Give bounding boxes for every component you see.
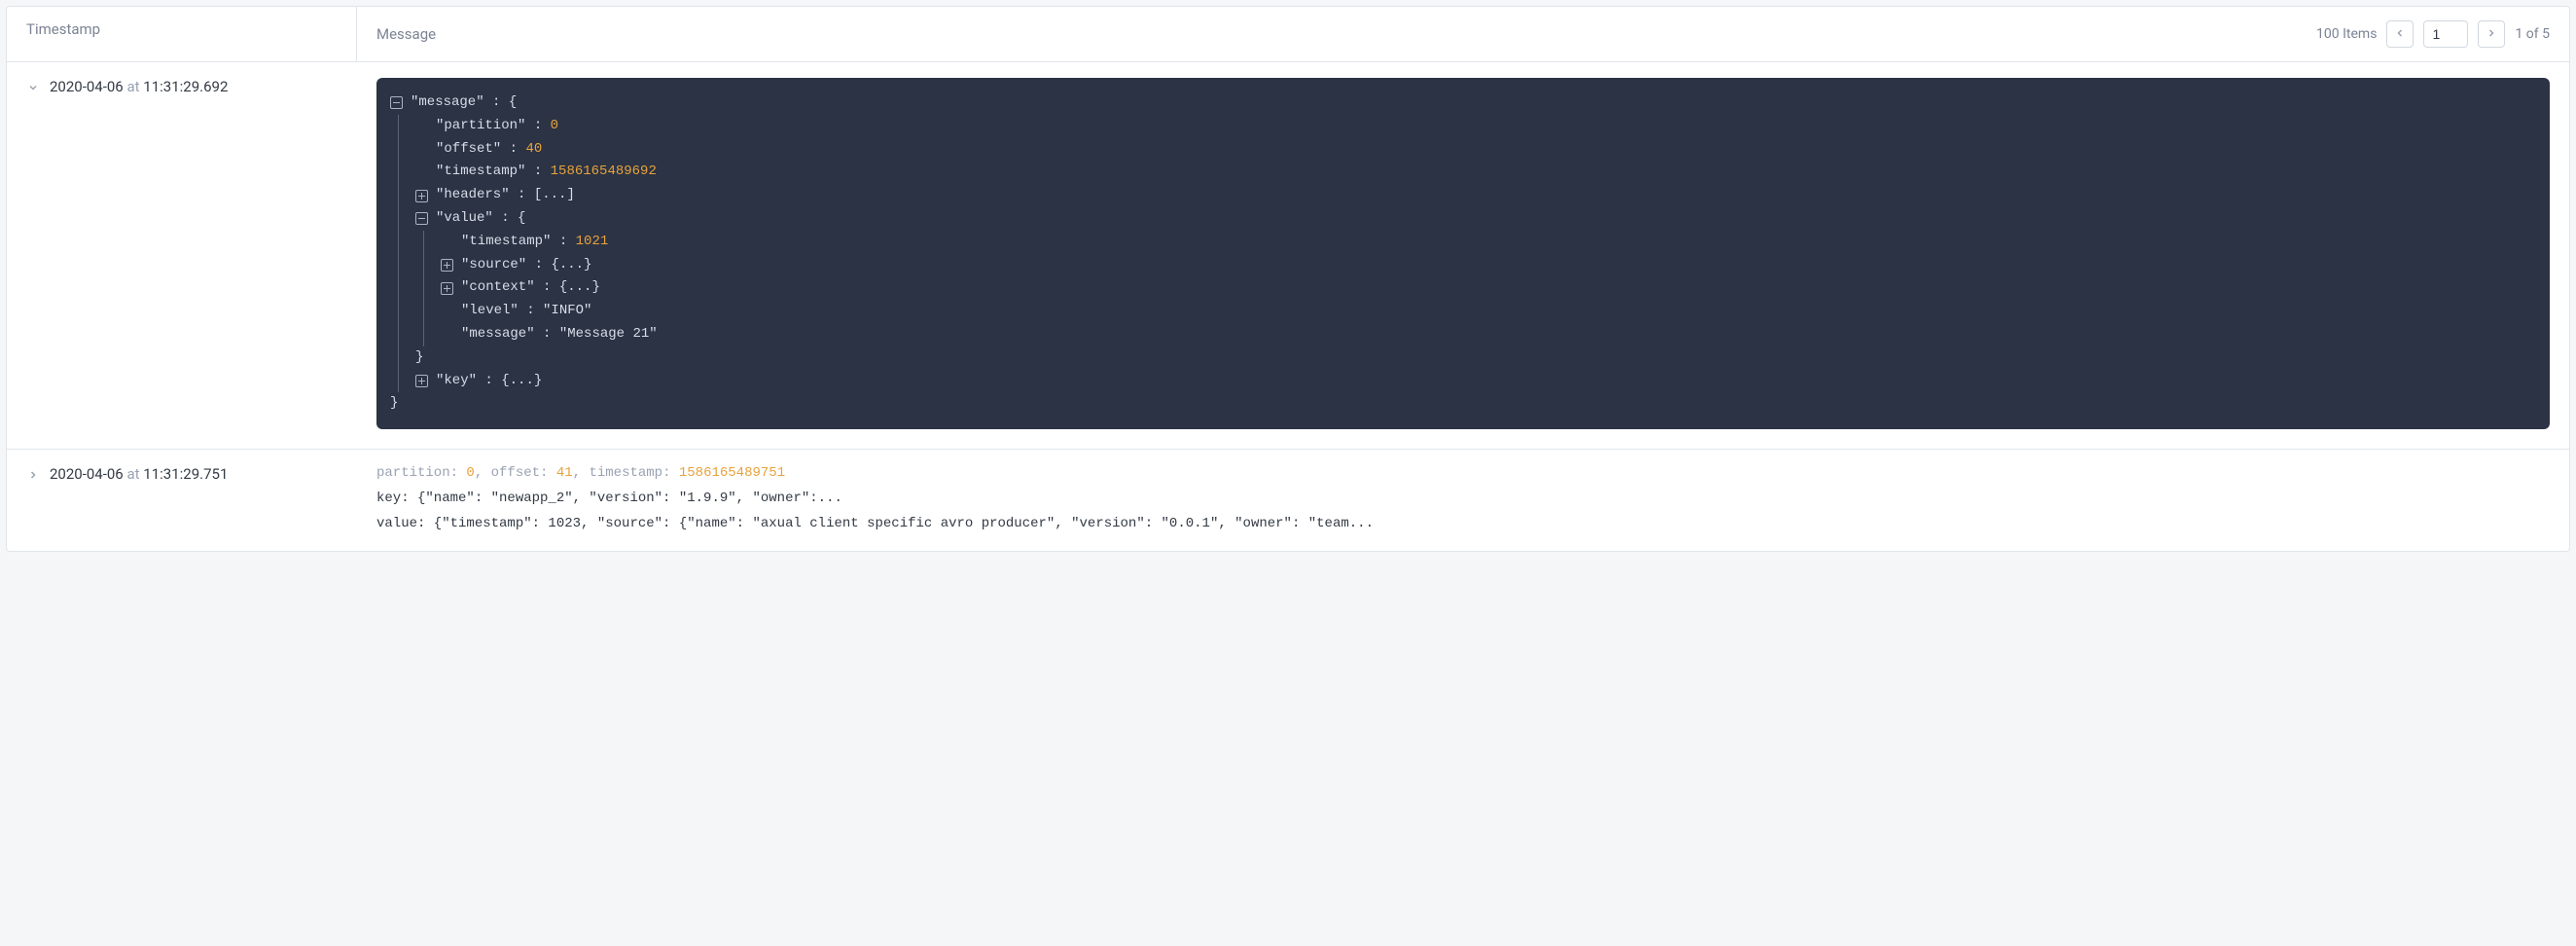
row-timestamp-cell[interactable]: 2020-04-06 at 11:31:29.751: [7, 450, 357, 551]
json-collapsed: {...}: [501, 370, 542, 393]
json-key: "context": [461, 276, 535, 300]
page-number-input[interactable]: [2423, 20, 2468, 48]
expand-icon[interactable]: [441, 282, 453, 295]
json-string: "Message 21": [559, 323, 658, 346]
row-message-cell: "message" : { "partition" : 0: [357, 62, 2569, 449]
message-key-preview: key: {"name": "newapp_2", "version": "1.…: [376, 491, 2550, 506]
chevron-right-icon: [2486, 27, 2497, 42]
meta-partition-label: partition:: [376, 465, 466, 481]
json-string: "INFO": [543, 300, 591, 323]
message-meta: partition: 0, offset: 41, timestamp: 158…: [376, 465, 2550, 481]
collapse-icon[interactable]: [390, 96, 403, 109]
json-number: 40: [525, 138, 542, 162]
timestamp-date: 2020-04-06: [50, 78, 124, 95]
json-key: "level": [461, 300, 519, 323]
json-viewer[interactable]: "message" : { "partition" : 0: [376, 78, 2550, 429]
json-key: "key": [436, 370, 477, 393]
meta-timestamp-value: 1586165489751: [679, 465, 785, 481]
chevron-down-icon: [26, 81, 40, 94]
json-number: 1021: [576, 231, 609, 254]
column-header-message-area: Message 100 Items 1 of 5: [357, 7, 2569, 61]
json-collapsed: {...}: [551, 254, 591, 277]
items-count: 100 Items: [2316, 26, 2377, 42]
meta-partition-value: 0: [466, 465, 474, 481]
expand-icon[interactable]: [415, 190, 428, 202]
row-message-cell: partition: 0, offset: 41, timestamp: 158…: [357, 450, 2569, 551]
chevron-left-icon: [2394, 27, 2406, 42]
prev-page-button[interactable]: [2386, 20, 2414, 48]
collapse-icon[interactable]: [415, 212, 428, 225]
page-of-label: 1 of 5: [2515, 26, 2550, 42]
pagination: 100 Items 1 of 5: [2316, 20, 2550, 48]
json-number: 0: [551, 115, 558, 138]
json-key: "timestamp": [436, 161, 525, 184]
row-timestamp-cell[interactable]: 2020-04-06 at 11:31:29.692: [7, 62, 357, 449]
timestamp-at: at: [126, 465, 139, 483]
timestamp-date: 2020-04-06: [50, 465, 124, 483]
json-key: "headers": [436, 184, 510, 207]
json-key: "offset": [436, 138, 501, 162]
timestamp-time: 11:31:29.751: [143, 465, 228, 483]
message-row-collapsed: 2020-04-06 at 11:31:29.751 partition: 0,…: [7, 450, 2569, 551]
json-key: "timestamp": [461, 231, 551, 254]
timestamp-header-label: Timestamp: [26, 20, 100, 38]
json-key: "value": [436, 207, 493, 231]
json-key: "source": [461, 254, 526, 277]
timestamp-at: at: [126, 78, 139, 95]
json-key: "message": [461, 323, 535, 346]
expand-icon[interactable]: [415, 375, 428, 387]
timestamp-time: 11:31:29.692: [143, 78, 228, 95]
meta-timestamp-label: , timestamp:: [573, 465, 679, 481]
meta-offset-value: 41: [556, 465, 573, 481]
expand-icon[interactable]: [441, 259, 453, 272]
message-value-preview: value: {"timestamp": 1023, "source": {"n…: [376, 516, 2550, 531]
messages-panel: Timestamp Message 100 Items: [6, 6, 2570, 552]
message-row-expanded: 2020-04-06 at 11:31:29.692 "message" : {: [7, 62, 2569, 450]
table-header: Timestamp Message 100 Items: [7, 7, 2569, 62]
meta-offset-label: , offset:: [475, 465, 556, 481]
timestamp-text: 2020-04-06 at 11:31:29.751: [50, 465, 228, 483]
json-number: 1586165489692: [551, 161, 657, 184]
json-collapsed: [...]: [534, 184, 575, 207]
json-collapsed: {...}: [559, 276, 600, 300]
json-key: "partition": [436, 115, 525, 138]
json-key: "message": [411, 91, 484, 115]
next-page-button[interactable]: [2478, 20, 2505, 48]
column-header-timestamp: Timestamp: [7, 7, 357, 61]
timestamp-text: 2020-04-06 at 11:31:29.692: [50, 78, 228, 95]
message-header-label: Message: [376, 25, 436, 43]
chevron-right-icon: [26, 468, 40, 482]
